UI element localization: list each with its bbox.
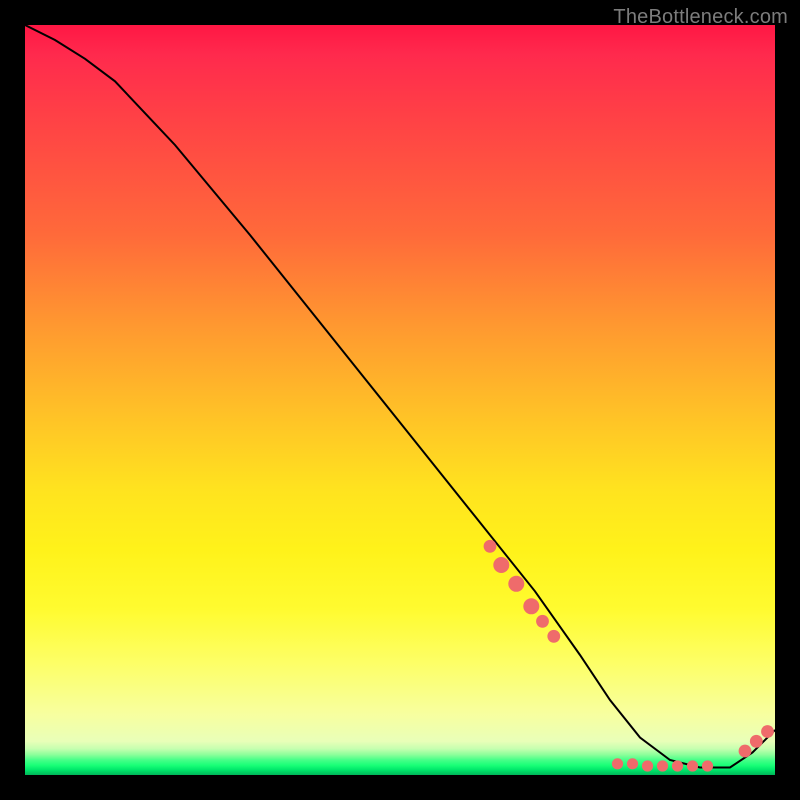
data-marker [547,630,560,643]
data-marker [508,576,524,592]
data-marker [642,760,653,771]
chart-frame: TheBottleneck.com [0,0,800,800]
data-marker [657,760,668,771]
data-markers [484,540,774,772]
data-marker [627,758,638,769]
data-marker [612,758,623,769]
data-marker [493,557,509,573]
bottleneck-curve [25,25,775,768]
data-marker [672,760,683,771]
watermark-label: TheBottleneck.com [613,6,788,29]
data-marker [484,540,497,553]
data-marker [536,615,549,628]
data-marker [702,760,713,771]
data-marker [750,735,763,748]
data-marker [761,725,774,738]
data-marker [523,598,539,614]
data-marker [739,745,752,758]
chart-svg [25,25,775,775]
data-marker [687,760,698,771]
